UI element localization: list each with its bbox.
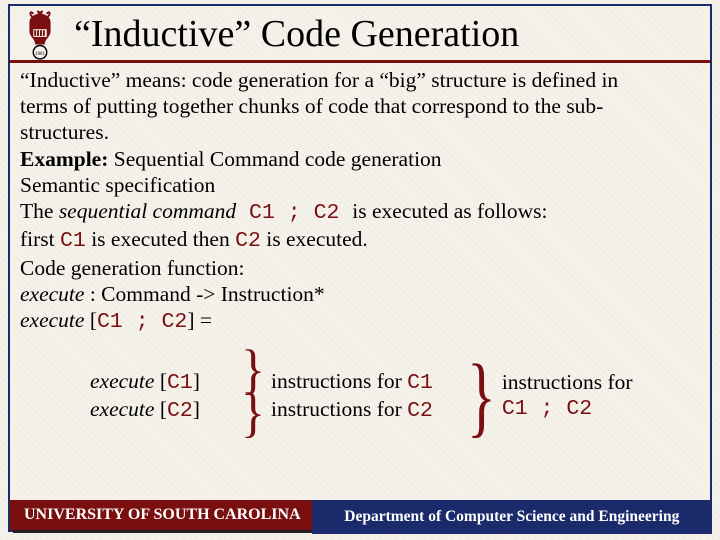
fn-signature: execute : Command -> Instruction* [20,281,702,307]
row2-close: ] [193,397,200,421]
spec-a-code: C1 ; C2 [236,201,352,225]
fn-sig-em: execute [20,282,84,306]
row1-close: ] [193,369,200,393]
row2-code: C2 [167,399,193,423]
big-brace-icon: } [467,369,496,423]
combined-code: C1 ; C2 [502,397,592,421]
spec-b-post: is executed. [261,227,368,251]
combined-line1: instructions for [502,370,633,394]
slide-title: “Inductive” Code Generation [74,12,519,56]
fn-def-eq: = [194,308,212,332]
slide-body: “Inductive” means: code generation for a… [10,63,710,457]
spec-b-c2: C2 [235,229,261,253]
svg-text:1801: 1801 [35,52,45,57]
slide: 1801 “Inductive” Code Generation “Induct… [0,0,720,540]
expansion-rows: execute [C1] execute [C2] } } instructio… [90,335,702,457]
footer-right: Department of Computer Science and Engin… [312,500,712,534]
example-label: Example: [20,147,108,171]
instr-c1: instructions for C1 [271,368,461,396]
expansion-mid-col: instructions for C1 instructions for C2 [271,368,461,424]
spec-a-pre: The [20,199,59,223]
row1-em: execute [90,369,154,393]
fn-def-open: [ [84,308,97,332]
row1-open: [ [154,369,167,393]
title-row: 1801 “Inductive” Code Generation [10,6,710,63]
footer: UNIVERSITY OF SOUTH CAROLINA Department … [0,500,720,540]
spec-b-c1: C1 [60,229,86,253]
spec-line-b: first C1 is executed then C2 is executed… [20,226,702,254]
fn-def-code: C1 ; C2 [97,310,187,334]
instr-c2: instructions for C2 [271,396,461,424]
row2-rhs-pre: instructions for [271,397,407,421]
exec-c2: execute [C2] [90,396,235,424]
fn-sig-rest: : Command -> Instruction* [84,282,324,306]
intro-line-3: structures. [20,119,702,145]
brace-icon: } [241,379,265,446]
row2-em: execute [90,397,154,421]
example-rest: Sequential Command code generation [108,147,441,171]
spec-a-em: sequential command [59,199,236,223]
usc-logo: 1801 [16,8,64,60]
expansion-left-col: execute [C1] execute [C2] [90,368,235,424]
row1-code: C1 [167,371,193,395]
combined-result: instructions for C1 ; C2 [502,370,633,421]
spec-b-mid: is executed then [86,227,235,251]
semantic-spec-heading: Semantic specification [20,172,702,198]
fn-definition: execute [C1 ; C2] = [20,307,702,335]
intro-line-2: terms of putting together chunks of code… [20,93,702,119]
row2-open: [ [154,397,167,421]
footer-left: UNIVERSITY OF SOUTH CAROLINA [10,500,315,530]
codegen-heading: Code generation function: [20,255,702,281]
small-braces: } } [241,335,265,457]
intro-line-1: “Inductive” means: code generation for a… [20,67,702,93]
exec-c1: execute [C1] [90,368,235,396]
spec-b-pre: first [20,227,60,251]
spec-a-post: is executed as follows: [352,199,547,223]
row1-rhs-pre: instructions for [271,369,407,393]
slide-frame: 1801 “Inductive” Code Generation “Induct… [8,4,712,532]
fn-def-em: execute [20,308,84,332]
row2-rhs-code: C2 [407,399,433,423]
example-line: Example: Sequential Command code generat… [20,146,702,172]
spec-line-a: The sequential command C1 ; C2 is execut… [20,198,702,226]
row1-rhs-code: C1 [407,371,433,395]
